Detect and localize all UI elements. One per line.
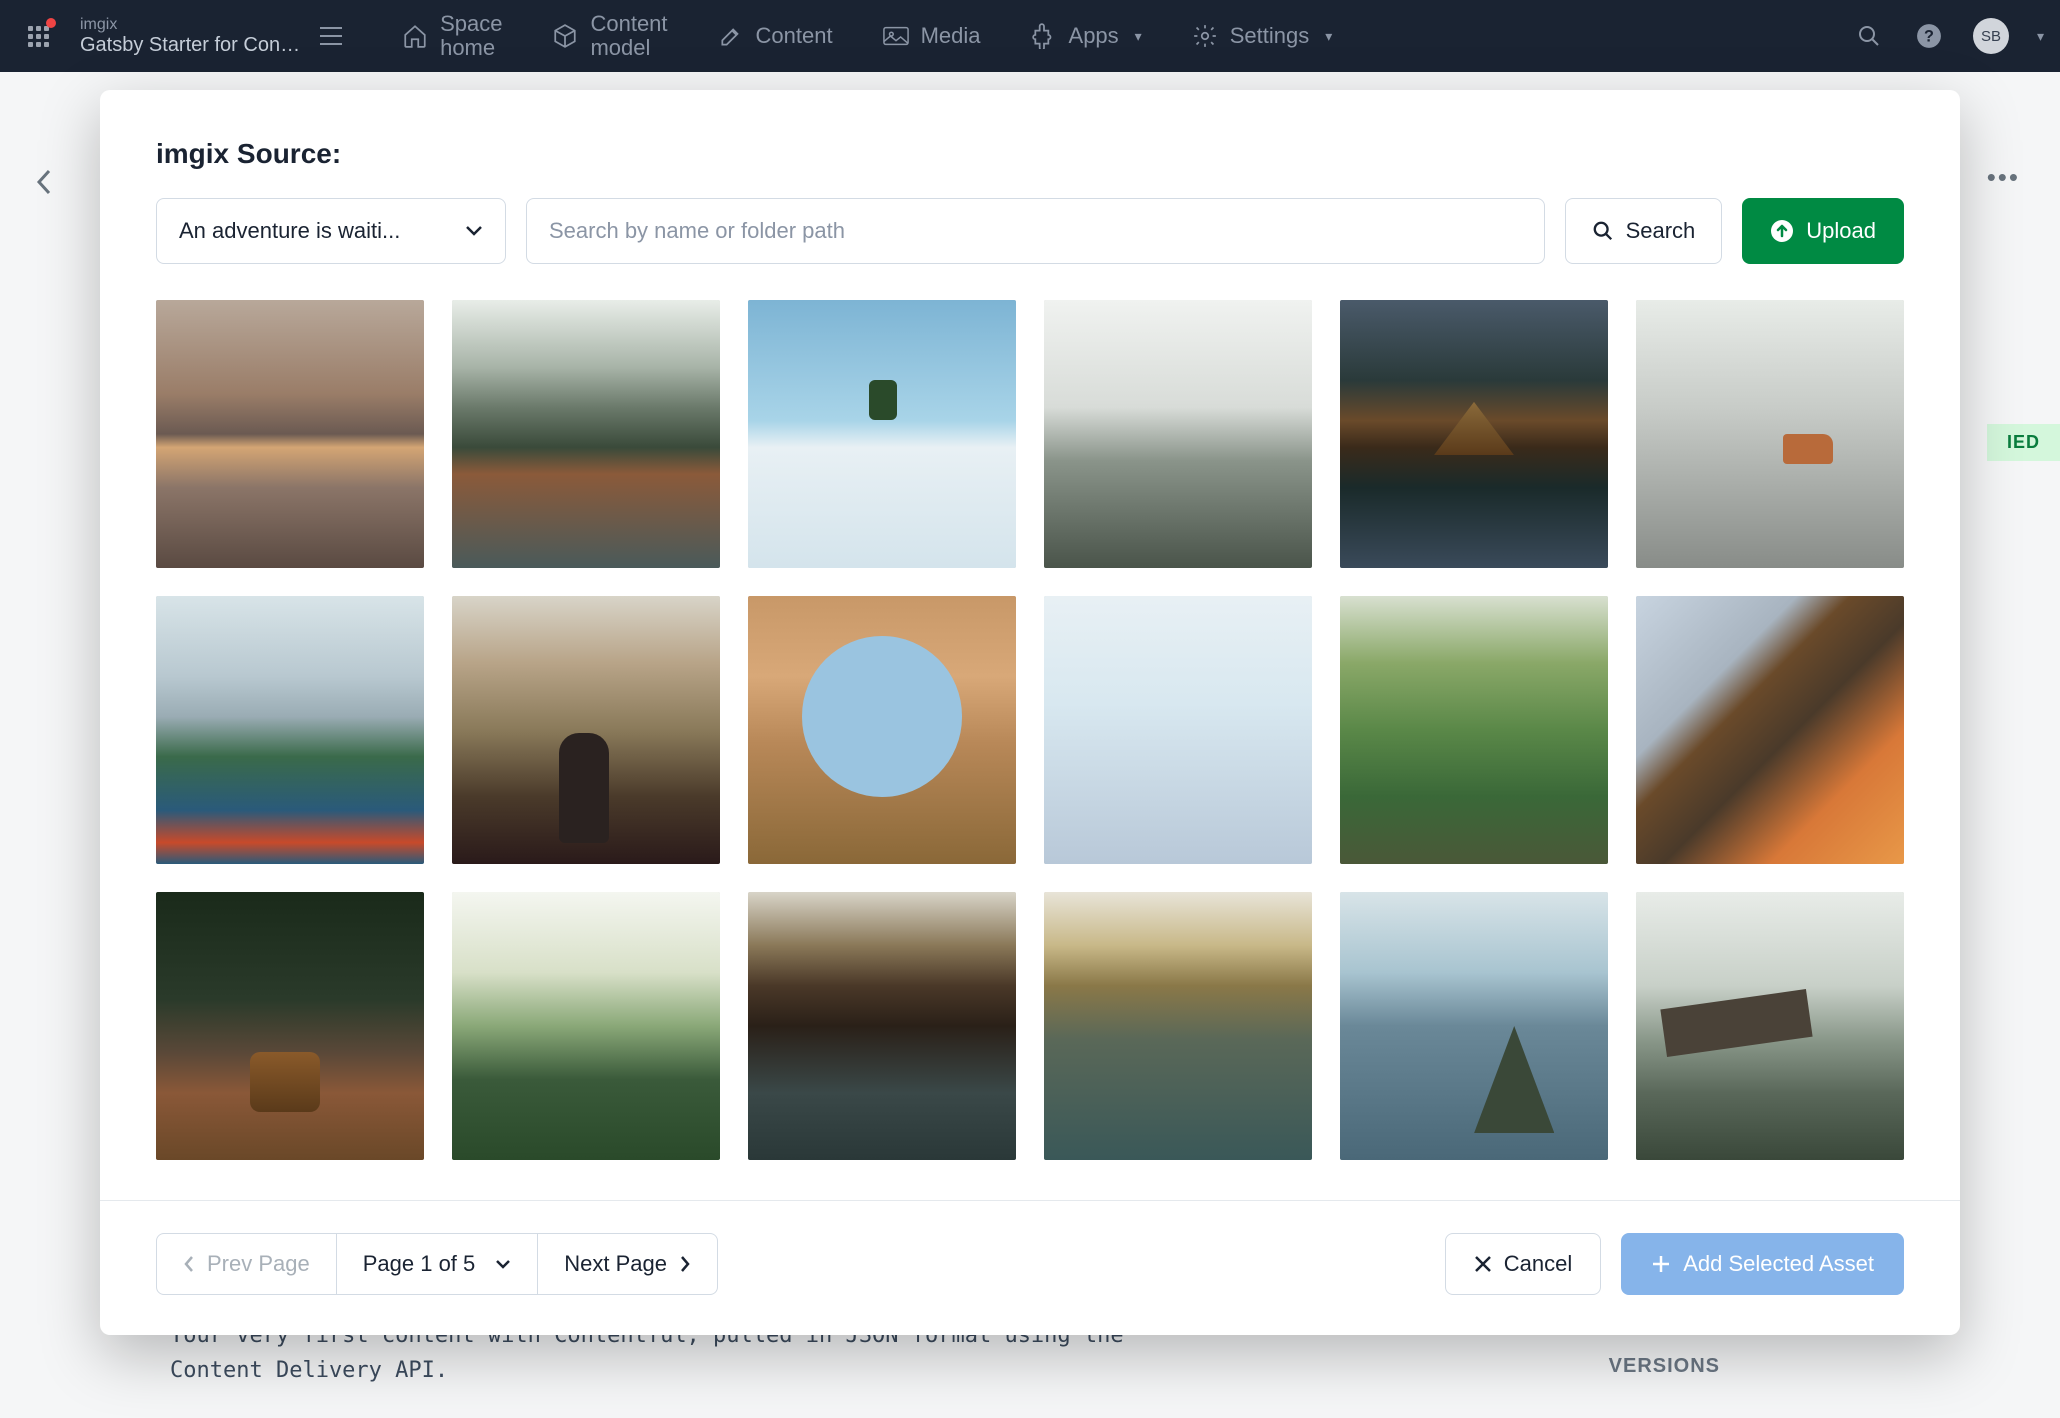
chevron-down-icon: [495, 1259, 511, 1269]
search-button-label: Search: [1626, 218, 1696, 244]
thumbnail[interactable]: [1636, 892, 1904, 1160]
page-indicator-button[interactable]: Page 1 of 5: [337, 1233, 539, 1295]
modal-footer: Prev Page Page 1 of 5 Next Page: [100, 1200, 1960, 1335]
thumbnail[interactable]: [156, 892, 424, 1160]
pagination: Prev Page Page 1 of 5 Next Page: [156, 1233, 718, 1295]
upload-button[interactable]: Upload: [1742, 198, 1904, 264]
thumbnail[interactable]: [748, 892, 1016, 1160]
thumbnail[interactable]: [1340, 300, 1608, 568]
modal-controls: An adventure is waiti... Search: [156, 198, 1904, 264]
next-page-button[interactable]: Next Page: [538, 1233, 718, 1295]
source-select-value: An adventure is waiti...: [179, 218, 400, 244]
chevron-left-icon: [183, 1255, 195, 1273]
modal-title: imgix Source:: [156, 138, 1904, 170]
cancel-button[interactable]: Cancel: [1445, 1233, 1601, 1295]
search-button[interactable]: Search: [1565, 198, 1723, 264]
cancel-button-label: Cancel: [1504, 1251, 1572, 1277]
chevron-right-icon: [679, 1255, 691, 1273]
plus-icon: [1651, 1254, 1671, 1274]
thumbnail[interactable]: [452, 596, 720, 864]
search-icon: [1592, 220, 1614, 242]
add-selected-button[interactable]: Add Selected Asset: [1621, 1233, 1904, 1295]
thumbnail[interactable]: [1044, 892, 1312, 1160]
thumbnail[interactable]: [452, 892, 720, 1160]
thumbnail[interactable]: [1340, 892, 1608, 1160]
thumbnail[interactable]: [1636, 596, 1904, 864]
upload-icon: [1770, 219, 1794, 243]
page-indicator-label: Page 1 of 5: [363, 1251, 476, 1277]
thumbnail[interactable]: [1636, 300, 1904, 568]
thumbnail[interactable]: [748, 596, 1016, 864]
chevron-down-icon: [465, 225, 483, 237]
thumbnail[interactable]: [156, 596, 424, 864]
search-input[interactable]: [526, 198, 1545, 264]
add-selected-label: Add Selected Asset: [1683, 1251, 1874, 1277]
thumbnail[interactable]: [1044, 300, 1312, 568]
thumbnail[interactable]: [748, 300, 1016, 568]
thumbnail-grid: [156, 300, 1904, 1160]
asset-picker-modal: imgix Source: An adventure is waiti... S…: [100, 90, 1960, 1335]
prev-page-label: Prev Page: [207, 1251, 310, 1277]
close-icon: [1474, 1255, 1492, 1273]
prev-page-button[interactable]: Prev Page: [156, 1233, 337, 1295]
next-page-label: Next Page: [564, 1251, 667, 1277]
thumbnail[interactable]: [156, 300, 424, 568]
upload-button-label: Upload: [1806, 218, 1876, 244]
source-select[interactable]: An adventure is waiti...: [156, 198, 506, 264]
thumbnail[interactable]: [1340, 596, 1608, 864]
thumbnail[interactable]: [1044, 596, 1312, 864]
modal-overlay: imgix Source: An adventure is waiti... S…: [0, 0, 2060, 1418]
thumbnail[interactable]: [452, 300, 720, 568]
